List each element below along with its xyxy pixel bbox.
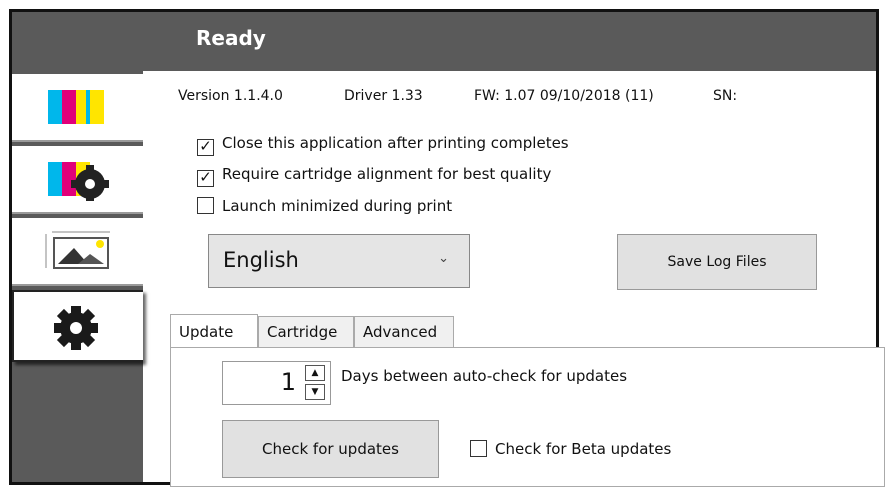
window-title: Ready: [196, 26, 266, 50]
checkbox-label: Launch minimized during print: [222, 197, 453, 215]
image-layout-icon: [45, 231, 110, 269]
require-alignment-checkbox[interactable]: ✓ Require cartridge alignment for best qu…: [197, 164, 552, 187]
language-select[interactable]: English ⌄: [208, 234, 470, 288]
sidebar-item-color-settings[interactable]: [12, 146, 143, 214]
beta-updates-checkbox[interactable]: Check for Beta updates: [470, 439, 671, 459]
days-stepper[interactable]: 1 ▲ ▼: [222, 361, 331, 405]
save-log-button[interactable]: Save Log Files: [617, 234, 817, 290]
firmware-text: FW: 1.07 09/10/2018 (11): [474, 88, 654, 104]
launch-minimized-checkbox[interactable]: Launch minimized during print: [197, 196, 452, 216]
sidebar-item-image-layout[interactable]: [12, 218, 143, 286]
close-after-print-checkbox[interactable]: ✓ Close this application after printing c…: [197, 133, 569, 156]
version-text: Version 1.1.4.0: [178, 88, 283, 104]
tab-cartridge[interactable]: Cartridge: [258, 316, 354, 348]
checkbox-box[interactable]: ✓: [197, 139, 214, 156]
color-bars-icon: [48, 90, 104, 124]
decrement-arrow-icon[interactable]: ▼: [305, 384, 325, 400]
days-label: Days between auto-check for updates: [341, 367, 628, 385]
sidebar-item-settings[interactable]: [12, 290, 143, 362]
tab-update[interactable]: Update: [170, 314, 258, 348]
days-value: 1: [280, 368, 296, 396]
driver-text: Driver 1.33: [344, 88, 423, 104]
checkbox-label: Require cartridge alignment for best qua…: [222, 165, 552, 183]
sidebar-item-colors[interactable]: [12, 74, 143, 142]
increment-arrow-icon[interactable]: ▲: [305, 365, 325, 381]
language-value: English: [223, 248, 299, 272]
checkbox-label: Check for Beta updates: [495, 440, 672, 458]
checkbox-box[interactable]: [197, 197, 214, 214]
chevron-down-icon: ⌄: [438, 251, 449, 266]
sidebar: [12, 71, 143, 482]
checkbox-box[interactable]: ✓: [197, 170, 214, 187]
serial-label: SN:: [713, 88, 738, 104]
check-updates-button[interactable]: Check for updates: [222, 420, 439, 478]
color-settings-icon: [48, 162, 109, 201]
gear-icon: [54, 306, 98, 350]
tab-advanced[interactable]: Advanced: [354, 316, 454, 348]
title-bar: Ready: [12, 12, 876, 71]
checkbox-label: Close this application after printing co…: [222, 134, 569, 152]
checkbox-box[interactable]: [470, 440, 487, 457]
